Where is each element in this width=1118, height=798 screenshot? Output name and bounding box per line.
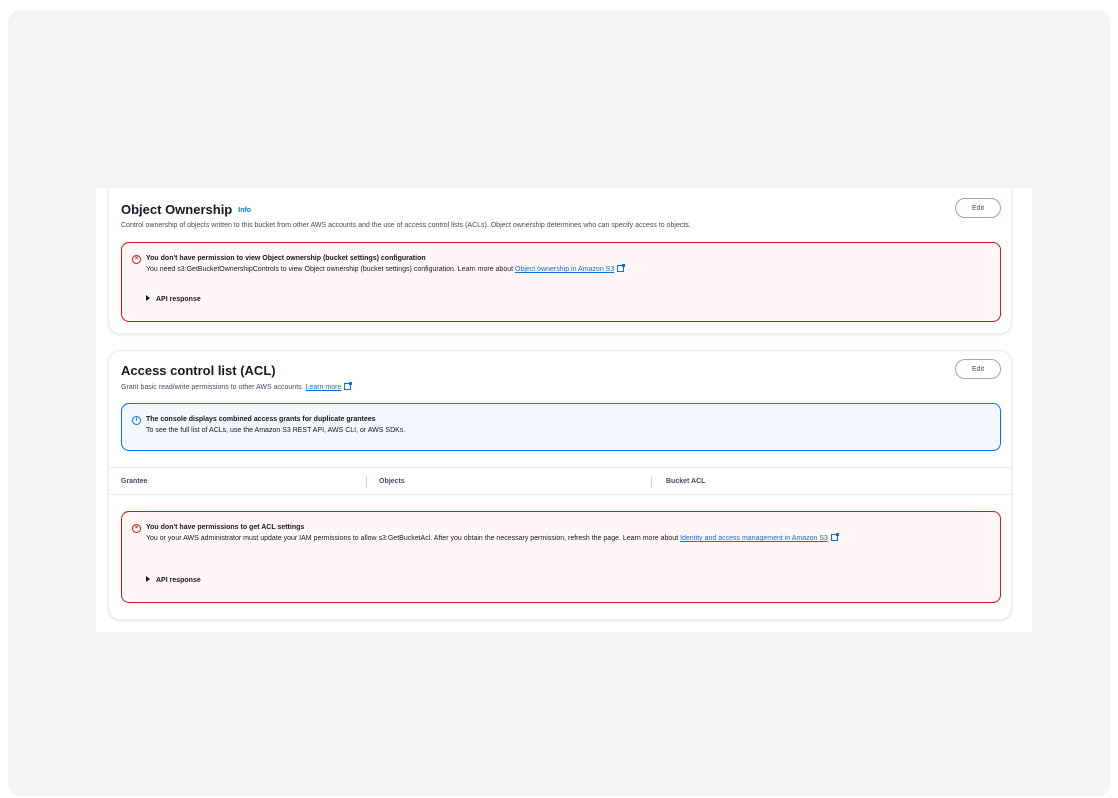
acl-edit-button[interactable]: Edit [955,359,1001,379]
external-link-icon [830,533,839,541]
external-link-icon [344,382,353,390]
learn-more-link[interactable]: Learn more [306,384,342,391]
caret-right-icon [146,576,150,582]
error-circle-icon: × [132,255,141,264]
alert-body: You need s3:GetBucketOwnershipControls t… [146,264,626,275]
acl-info-alert: i The console displays combined access g… [121,403,1001,451]
acl-description-text: Grant basic read/write permissions to ot… [121,384,306,391]
acl-error-alert: × You don't have permissions to get ACL … [121,511,1001,603]
error-circle-icon: × [132,524,141,533]
object-ownership-doc-link[interactable]: Object ownership in Amazon S3 [515,266,614,273]
acl-description: Grant basic read/write permissions to ot… [121,382,353,391]
bucket-permissions-page: Object Ownership Info Edit Control owners… [96,188,1032,632]
column-bucket-acl[interactable]: Bucket ACL [666,478,705,485]
object-ownership-panel: Object Ownership Info Edit Control owners… [108,188,1012,334]
column-objects[interactable]: Objects [379,478,405,485]
api-response-label: API response [156,577,201,584]
object-ownership-description: Control ownership of objects written to … [121,222,691,229]
column-grantee[interactable]: Grantee [121,478,147,485]
info-circle-icon: i [132,416,141,425]
api-response-expander[interactable]: API response [146,576,201,584]
alert-body-text: You need s3:GetBucketOwnershipControls t… [146,266,515,273]
iam-doc-link[interactable]: Identity and access management in Amazon… [680,535,828,542]
info-alert-heading: The console displays combined access gra… [146,416,376,423]
acl-alert-heading: You don't have permissions to get ACL se… [146,524,305,531]
column-divider [366,476,367,488]
object-ownership-heading: Object Ownership [121,202,233,217]
object-ownership-title: Object Ownership Info [121,202,251,217]
info-alert-body: To see the full list of ACLs, use the Am… [146,427,406,434]
external-link-icon [617,264,626,272]
object-ownership-edit-button[interactable]: Edit [955,198,1001,218]
object-ownership-error-alert: × You don't have permission to view Obje… [121,242,1001,322]
alert-heading: You don't have permission to view Object… [146,255,426,262]
acl-title: Access control list (ACL) [121,363,276,378]
info-link[interactable]: Info [238,207,251,214]
api-response-label: API response [156,296,201,303]
acl-panel: Access control list (ACL) Edit Grant bas… [108,350,1013,620]
api-response-expander[interactable]: API response [146,295,201,303]
acl-alert-body-text: You or your AWS administrator must updat… [146,535,681,542]
column-divider [651,476,652,488]
acl-table-header: Grantee Objects Bucket ACL [109,467,1013,495]
acl-alert-body: You or your AWS administrator must updat… [146,533,986,544]
caret-right-icon [146,295,150,301]
